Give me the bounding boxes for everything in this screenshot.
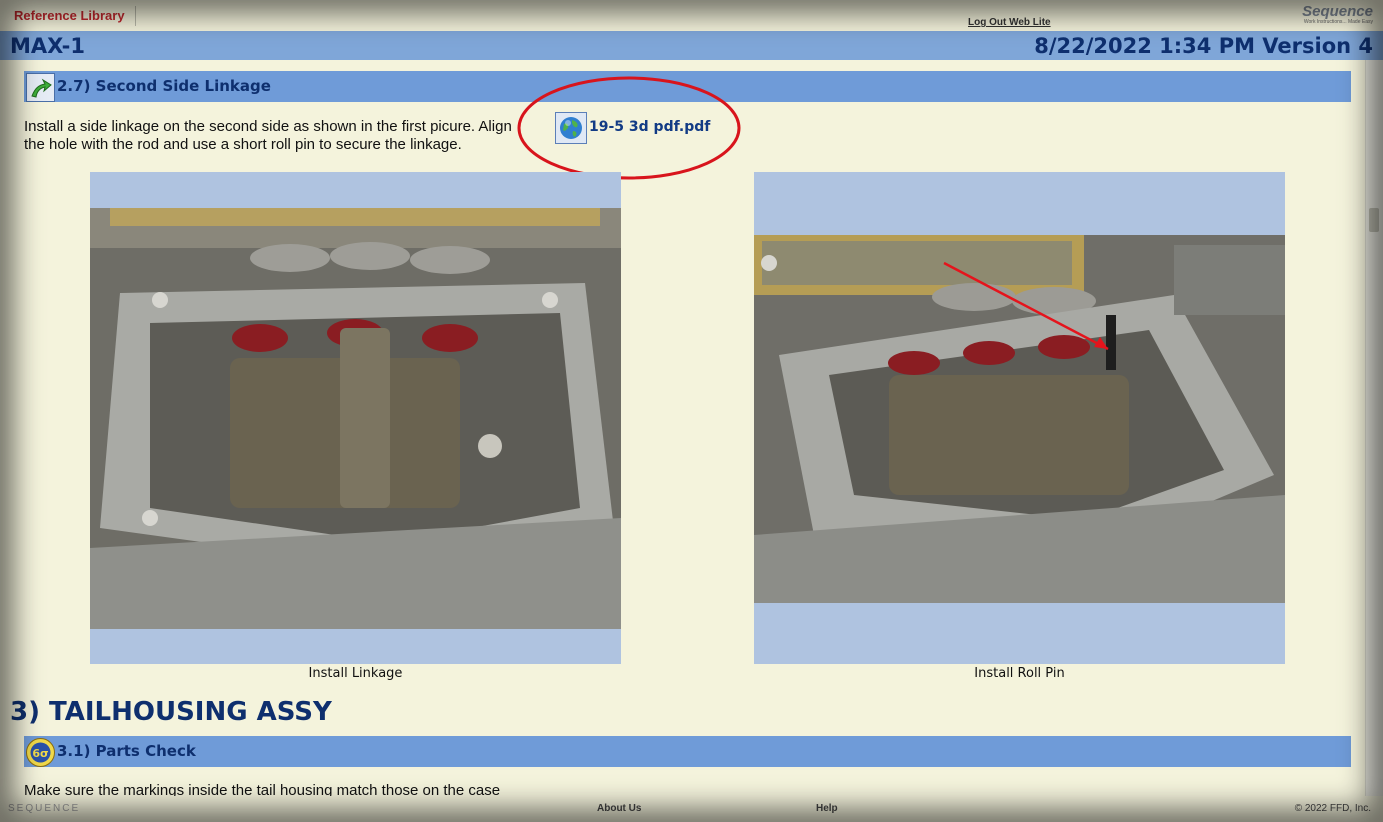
install-linkage-image-frame [90, 172, 621, 664]
footer: SEQUENCE About Us Help © 2022 FFD, Inc. [0, 796, 1383, 822]
section-title: 3) TAILHOUSING ASSY [10, 697, 332, 727]
scrollbar-thumb[interactable] [1369, 208, 1379, 232]
top-bar: Reference Library Log Out Web Lite Seque… [0, 0, 1383, 31]
logo-tagline: Work Instructions... Made Easy [1303, 19, 1373, 25]
logout-link[interactable]: Log Out Web Lite [968, 17, 1051, 28]
install-linkage-photo[interactable] [90, 208, 621, 629]
step-header-2-7[interactable]: 2.7) Second Side Linkage [24, 71, 1351, 102]
help-link[interactable]: Help [816, 803, 838, 814]
sequence-logo: Sequence Work Instructions... Made Easy [1293, 4, 1373, 26]
step-label: 3.1) Parts Check [57, 742, 196, 760]
six-sigma-icon: 6σ [26, 738, 55, 767]
step-text-line-2: the hole with the rod and use a short ro… [24, 136, 462, 153]
document-version: 8/22/2022 1:34 PM Version 4 [1034, 34, 1373, 58]
instruction-content: 2.7) Second Side Linkage Install a side … [0, 60, 1366, 796]
vertical-scrollbar[interactable] [1365, 60, 1383, 796]
document-title: MAX-1 [10, 34, 85, 58]
caption-install-roll-pin: Install Roll Pin [974, 666, 1065, 681]
globe-icon [555, 112, 587, 144]
step-text-line-1: Install a side linkage on the second sid… [24, 118, 512, 135]
install-roll-pin-photo[interactable] [754, 235, 1285, 603]
install-roll-pin-image-frame [754, 172, 1285, 664]
logo-text: Sequence [1302, 3, 1373, 20]
attachment-filename: 19-5 3d pdf.pdf [589, 119, 711, 135]
about-us-link[interactable]: About Us [597, 803, 641, 814]
footer-brand: SEQUENCE [8, 803, 81, 814]
reference-library-tab[interactable]: Reference Library [6, 6, 136, 26]
copyright: © 2022 FFD, Inc. [1294, 803, 1371, 814]
svg-text:6σ: 6σ [32, 747, 48, 760]
title-bar: MAX-1 8/22/2022 1:34 PM Version 4 [0, 31, 1383, 60]
step-label: 2.7) Second Side Linkage [57, 77, 271, 95]
step-3-1-text: Make sure the markings inside the tail h… [24, 782, 501, 796]
caption-install-linkage: Install Linkage [308, 666, 403, 681]
green-arrow-icon [26, 73, 55, 102]
step-header-3-1[interactable]: 6σ 3.1) Parts Check [24, 736, 1351, 767]
